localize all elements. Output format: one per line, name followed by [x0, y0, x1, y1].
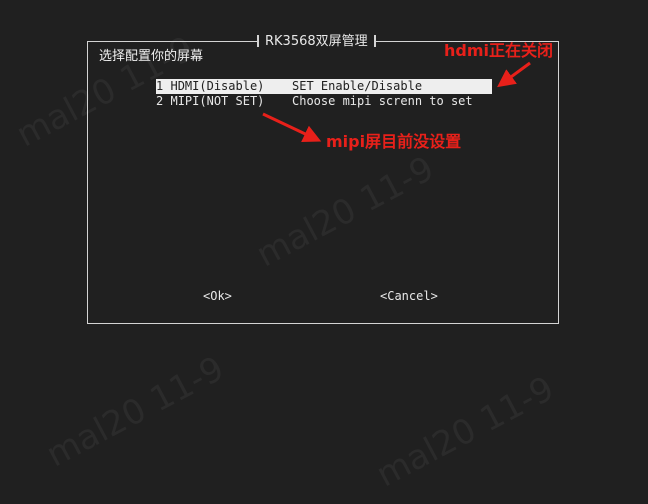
- menu-item-mipi-description: Choose mipi screnn to set: [292, 94, 473, 108]
- menu-item-hdmi-tag: 1 HDMI(Disable): [156, 79, 292, 94]
- menu-item-hdmi-description: SET Enable/Disable: [292, 79, 423, 93]
- menu-item-hdmi-label: HDMI(Disable): [170, 79, 265, 93]
- cancel-button[interactable]: <Cancel>: [380, 288, 438, 304]
- hdmi-annotation: hdmi正在关闭: [444, 41, 554, 60]
- menu-item-mipi-tag: 2 MIPI(NOT SET): [156, 94, 292, 109]
- mipi-annotation: mipi屏目前没设置: [326, 132, 462, 151]
- watermark-4: mal20 11-9: [370, 368, 561, 496]
- dialog-prompt: 选择配置你的屏幕: [99, 49, 204, 64]
- terminal-screen: mal20 11-9 mal20 11-9 mal20 11-9 mal20 1…: [0, 0, 648, 504]
- menu-item-hdmi-hotkey: 1: [156, 79, 164, 93]
- menu-item-mipi-label: MIPI(NOT SET): [170, 94, 265, 108]
- menu-list: 1 HDMI(Disable) SET Enable/Disable 2 MIP…: [156, 79, 492, 109]
- watermark-3: mal20 11-9: [40, 348, 231, 476]
- menu-item-mipi[interactable]: 2 MIPI(NOT SET) Choose mipi screnn to se…: [156, 94, 492, 109]
- menu-item-mipi-hotkey: 2: [156, 94, 164, 108]
- dialog-title: RK3568双屏管理: [257, 33, 376, 51]
- menu-item-hdmi[interactable]: 1 HDMI(Disable) SET Enable/Disable: [156, 79, 492, 94]
- ok-button[interactable]: <Ok>: [203, 288, 232, 304]
